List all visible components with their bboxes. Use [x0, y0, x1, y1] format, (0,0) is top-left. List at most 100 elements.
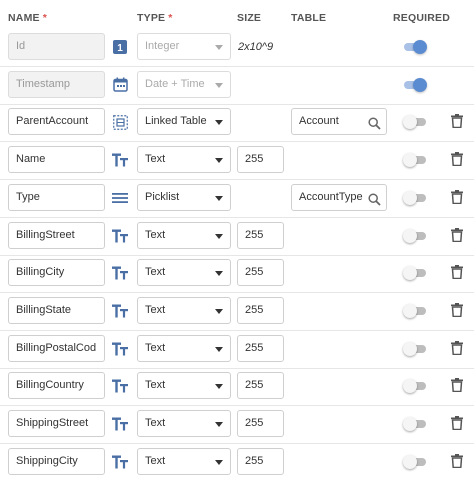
- chevron-down-icon: [215, 271, 223, 277]
- field-type-select[interactable]: Text: [137, 296, 231, 324]
- field-type-select[interactable]: Text: [137, 410, 231, 437]
- field-type-select[interactable]: Text: [137, 372, 231, 400]
- picklist-icon: [111, 189, 129, 207]
- chevron-down-icon: [215, 384, 223, 390]
- svg-text:1: 1: [117, 43, 123, 54]
- trash-icon[interactable]: [451, 189, 465, 206]
- text-type-icon: [111, 227, 129, 245]
- field-row: Id 1 Integer 2x10^9: [0, 29, 474, 67]
- required-toggle[interactable]: [403, 379, 427, 394]
- chevron-down-icon: [215, 459, 223, 465]
- required-toggle[interactable]: [403, 77, 427, 92]
- field-name-input[interactable]: Name: [8, 146, 105, 174]
- field-type-value: Picklist: [145, 190, 180, 203]
- linked-table-value: AccountType: [299, 190, 363, 203]
- field-size-input[interactable]: 255: [237, 372, 284, 400]
- trash-icon[interactable]: [451, 114, 465, 130]
- chevron-down-icon: [215, 308, 223, 314]
- field-type-value: Text: [145, 303, 166, 316]
- field-row: Type Picklist AccountType: [0, 180, 474, 218]
- required-toggle[interactable]: [403, 454, 427, 469]
- text-type-icon: [111, 377, 129, 395]
- field-type-select[interactable]: Picklist: [137, 183, 231, 211]
- header-table: TABLE: [291, 12, 327, 24]
- field-row: BillingState Text 255: [0, 293, 474, 331]
- field-type-select[interactable]: Text: [137, 259, 231, 287]
- trash-icon[interactable]: [451, 302, 465, 319]
- field-row: ParentAccount Linked Table Account: [0, 104, 474, 143]
- field-type-value: Date + Time: [145, 77, 205, 90]
- field-row: BillingStreet Text 255: [0, 218, 474, 256]
- field-row: ShippingCity Text 255: [0, 444, 474, 479]
- linked-table-input[interactable]: Account: [291, 108, 387, 136]
- required-toggle[interactable]: [403, 115, 427, 130]
- column-header-row: NAME * TYPE * SIZE TABLE REQUIRED: [0, 0, 474, 30]
- chevron-down-icon: [215, 195, 223, 201]
- text-type-icon: [111, 264, 129, 282]
- required-toggle[interactable]: [403, 417, 427, 431]
- header-required: REQUIRED: [393, 12, 451, 24]
- field-type-select[interactable]: Linked Table: [137, 108, 231, 136]
- required-toggle[interactable]: [403, 190, 427, 205]
- field-row: ShippingStreet Text 255: [0, 406, 474, 444]
- linked-table-icon: [111, 113, 129, 131]
- field-size-input[interactable]: 255: [237, 447, 284, 475]
- field-name-input[interactable]: ParentAccount: [8, 108, 105, 136]
- field-name-input[interactable]: BillingPostalCod: [8, 334, 105, 362]
- field-row: BillingCountry Text 255: [0, 368, 474, 407]
- field-type-select[interactable]: Text: [137, 447, 231, 475]
- field-row: BillingPostalCod Text 255: [0, 331, 474, 369]
- field-size-input[interactable]: 255: [237, 146, 284, 174]
- search-icon[interactable]: [368, 115, 381, 134]
- field-type-select[interactable]: Text: [137, 146, 231, 174]
- field-name-input[interactable]: ShippingCity: [8, 447, 105, 475]
- trash-icon[interactable]: [451, 340, 465, 357]
- field-type-select: Integer: [137, 33, 231, 60]
- required-toggle[interactable]: [403, 153, 427, 168]
- trash-icon[interactable]: [451, 227, 465, 244]
- trash-icon[interactable]: [451, 378, 465, 394]
- number-badge-icon: 1: [111, 38, 129, 56]
- field-size-input[interactable]: 255: [237, 334, 284, 362]
- field-type-select[interactable]: Text: [137, 221, 231, 249]
- field-row: BillingCity Text 255: [0, 255, 474, 294]
- trash-icon[interactable]: [451, 152, 465, 168]
- field-size-input[interactable]: 255: [237, 296, 284, 324]
- field-name-input[interactable]: BillingCity: [8, 259, 105, 287]
- field-row: Timestamp Date + Time: [0, 67, 474, 105]
- trash-icon[interactable]: [451, 453, 465, 470]
- field-name-input[interactable]: BillingCountry: [8, 372, 105, 400]
- trash-icon[interactable]: [451, 265, 465, 281]
- text-type-icon: [111, 340, 129, 358]
- required-toggle[interactable]: [403, 341, 427, 356]
- field-size-input[interactable]: 255: [237, 221, 284, 249]
- field-name-input[interactable]: BillingStreet: [8, 221, 105, 249]
- field-type-value: Text: [145, 341, 166, 354]
- chevron-down-icon: [215, 233, 223, 239]
- field-size-input[interactable]: 255: [237, 410, 284, 437]
- field-type-value: Integer: [145, 40, 180, 52]
- required-toggle[interactable]: [403, 40, 427, 54]
- field-type-value: Text: [145, 228, 166, 241]
- required-toggle[interactable]: [403, 228, 427, 243]
- header-name: NAME *: [8, 12, 48, 24]
- search-icon[interactable]: [368, 191, 381, 210]
- trash-icon[interactable]: [451, 416, 465, 432]
- field-name-input: Timestamp: [8, 70, 105, 98]
- required-marker: *: [168, 12, 173, 24]
- field-type-value: Text: [145, 454, 166, 467]
- linked-table-input[interactable]: AccountType: [291, 183, 387, 211]
- field-name-input[interactable]: ShippingStreet: [8, 410, 105, 437]
- required-toggle[interactable]: [403, 266, 427, 281]
- field-type-select[interactable]: Text: [137, 334, 231, 362]
- field-type-value: Text: [145, 153, 166, 166]
- required-toggle[interactable]: [403, 303, 427, 318]
- field-name-input[interactable]: Type: [8, 183, 105, 211]
- field-size-input[interactable]: 255: [237, 259, 284, 287]
- required-marker: *: [42, 12, 48, 24]
- field-name-input[interactable]: BillingState: [8, 296, 105, 324]
- field-type-value: Text: [145, 417, 166, 429]
- field-size-value: 2x10^9: [238, 41, 274, 53]
- field-name-input: Id: [8, 33, 105, 60]
- text-type-icon: [111, 151, 129, 169]
